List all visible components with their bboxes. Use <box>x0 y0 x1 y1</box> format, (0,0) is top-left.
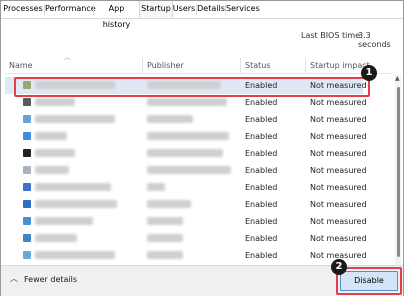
impact-cell: Not measured <box>310 234 367 243</box>
impact-cell: Not measured <box>310 200 367 209</box>
app-name-blurred <box>35 98 75 106</box>
bios-time-value: 3.3 seconds <box>358 31 391 49</box>
status-cell: Enabled <box>245 132 278 141</box>
callout-badge-2: 2 <box>331 259 347 275</box>
app-name-blurred <box>35 217 93 225</box>
tab-details[interactable]: Details <box>197 1 225 17</box>
column-divider <box>305 58 306 73</box>
column-divider <box>142 58 143 73</box>
scrollbar-thumb[interactable] <box>397 87 400 257</box>
impact-cell: Not measured <box>310 149 367 158</box>
tab-app-history[interactable]: App history <box>94 1 139 29</box>
app-name-blurred <box>35 251 115 259</box>
app-name-blurred <box>35 183 111 191</box>
row-highlight-annotation <box>14 77 370 97</box>
tab-startup[interactable]: Startup <box>139 1 173 18</box>
app-icon <box>23 251 31 259</box>
status-cell: Enabled <box>245 149 278 158</box>
table-row[interactable]: Enabled Not measured <box>5 145 367 162</box>
publisher-blurred <box>147 251 183 259</box>
app-icon <box>23 149 31 157</box>
tab-services[interactable]: Services <box>226 1 260 17</box>
tab-performance[interactable]: Performance <box>45 1 96 17</box>
column-divider <box>240 58 241 73</box>
app-icon <box>23 98 31 106</box>
status-cell: Enabled <box>245 115 278 124</box>
status-cell: Enabled <box>245 217 278 226</box>
table-row[interactable]: Enabled Not measured <box>5 247 367 264</box>
impact-cell: Not measured <box>310 183 367 192</box>
chevron-up-icon[interactable]: ︿ <box>10 273 18 284</box>
impact-cell: Not measured <box>310 217 367 226</box>
status-cell: Enabled <box>245 251 278 260</box>
app-icon <box>23 183 31 191</box>
tab-users[interactable]: Users <box>172 1 196 17</box>
app-name-blurred <box>35 149 75 157</box>
table-row[interactable]: Enabled Not measured <box>5 162 367 179</box>
app-icon <box>23 234 31 242</box>
table-row[interactable]: Enabled Not measured <box>5 111 367 128</box>
publisher-blurred <box>147 217 183 225</box>
table-row[interactable]: Enabled Not measured <box>5 179 367 196</box>
impact-cell: Not measured <box>310 132 367 141</box>
column-header-status[interactable]: Status <box>245 58 271 73</box>
app-name-blurred <box>35 132 67 140</box>
header-divider <box>5 73 392 74</box>
publisher-blurred <box>147 132 229 140</box>
impact-cell: Not measured <box>310 115 367 124</box>
status-cell: Enabled <box>245 166 278 175</box>
app-icon <box>23 132 31 140</box>
table-row[interactable]: Enabled Not measured <box>5 128 367 145</box>
column-header-name[interactable]: Name <box>9 58 33 73</box>
fewer-details-link[interactable]: Fewer details <box>24 275 77 284</box>
column-header-publisher[interactable]: Publisher <box>147 58 184 73</box>
publisher-blurred <box>147 183 165 191</box>
status-cell: Enabled <box>245 200 278 209</box>
publisher-blurred <box>147 200 191 208</box>
publisher-blurred <box>147 149 223 157</box>
app-icon <box>23 166 31 174</box>
tab-processes[interactable]: Processes <box>3 1 43 17</box>
status-cell: Enabled <box>245 234 278 243</box>
task-manager-window: Processes Performance App history Startu… <box>0 0 404 296</box>
tab-bar: Processes Performance App history Startu… <box>1 1 403 29</box>
publisher-blurred <box>147 98 227 106</box>
scroll-up-icon[interactable]: ▲ <box>395 75 400 82</box>
table-row[interactable]: Enabled Not measured <box>5 196 367 213</box>
publisher-blurred <box>147 115 193 123</box>
sort-ascending-icon: ︿ <box>64 53 71 61</box>
status-cell: Enabled <box>245 183 278 192</box>
publisher-blurred <box>147 234 183 242</box>
app-icon <box>23 217 31 225</box>
publisher-blurred <box>147 166 231 174</box>
button-highlight-annotation <box>336 267 402 295</box>
app-name-blurred <box>35 200 117 208</box>
app-name-blurred <box>35 115 115 123</box>
app-name-blurred <box>35 166 69 174</box>
app-icon <box>23 115 31 123</box>
impact-cell: Not measured <box>310 166 367 175</box>
app-name-blurred <box>35 234 77 242</box>
bios-time-label: Last BIOS time: <box>301 31 363 40</box>
table-row[interactable]: Enabled Not measured <box>5 230 367 247</box>
table-row[interactable]: Enabled Not measured <box>5 213 367 230</box>
app-icon <box>23 200 31 208</box>
callout-badge-1: 1 <box>361 65 377 81</box>
